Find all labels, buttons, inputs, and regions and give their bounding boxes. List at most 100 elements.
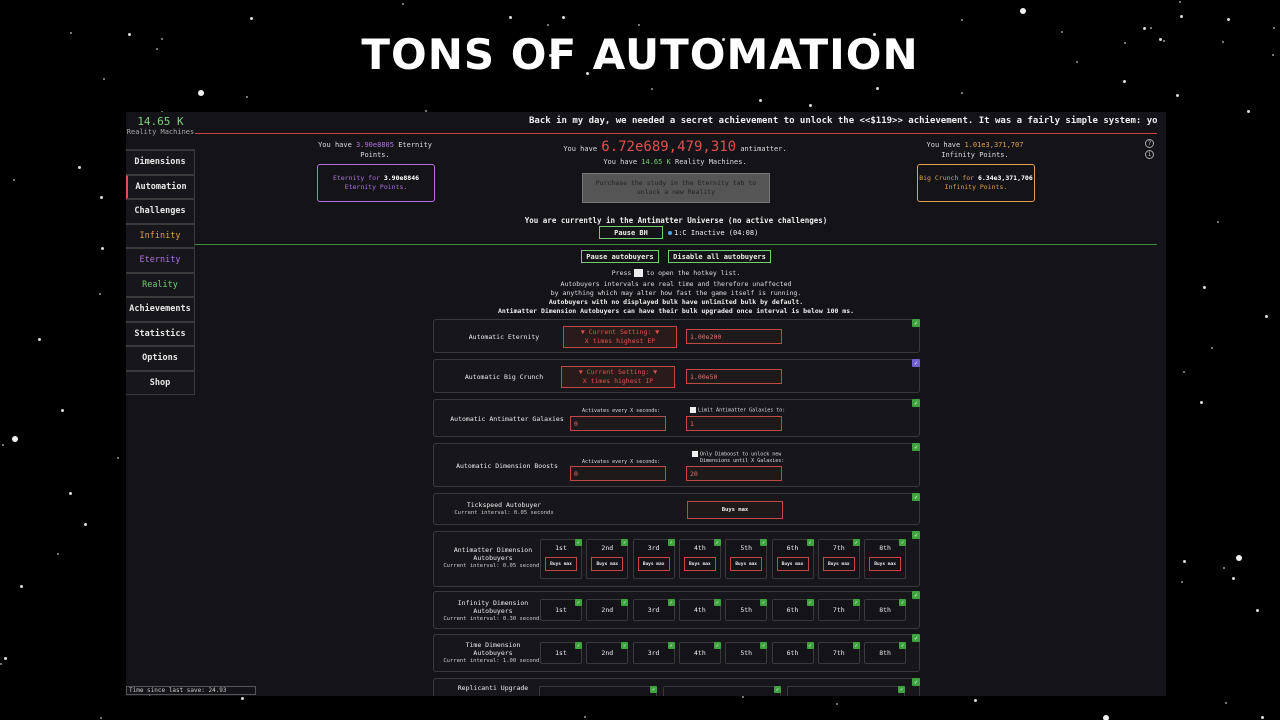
replicanti-upgrade-slot[interactable]: ✓: [539, 686, 657, 696]
id-toggle-check-icon[interactable]: ✓: [912, 591, 920, 599]
info-icon[interactable]: i: [1145, 150, 1154, 159]
ad-buymax-button[interactable]: Buys max: [683, 557, 716, 571]
ad-dimension-check-icon[interactable]: ✓: [899, 539, 907, 546]
id-dimension-cell[interactable]: 2nd ✓: [586, 599, 629, 621]
eternity-toggle-check-icon[interactable]: ✓: [912, 319, 920, 327]
tickspeed-buymax-button[interactable]: Buys max: [687, 501, 783, 519]
td-dimension-check-icon[interactable]: ✓: [621, 642, 629, 649]
id-dimension-check-icon[interactable]: ✓: [852, 599, 860, 606]
replicanti-upgrade-slot[interactable]: ✓: [663, 686, 781, 696]
ad-dimension-cell[interactable]: 7th Buys max ✓: [817, 539, 860, 579]
id-dimension-cell[interactable]: 4th ✓: [678, 599, 721, 621]
id-dimension-cell[interactable]: 6th ✓: [771, 599, 814, 621]
replicanti-slot-check-icon[interactable]: ✓: [650, 686, 657, 693]
ad-buymax-button[interactable]: Buys max: [869, 557, 902, 571]
ad-buymax-button[interactable]: Buys max: [776, 557, 809, 571]
ad-dimension-cell[interactable]: 1st Buys max ✓: [540, 539, 582, 579]
crunch-toggle-check-icon[interactable]: ✓: [912, 359, 920, 367]
tab-achievements[interactable]: Achievements: [126, 297, 195, 322]
tickspeed-toggle-check-icon[interactable]: ✓: [912, 493, 920, 501]
ad-dimension-check-icon[interactable]: ✓: [806, 539, 814, 546]
ad-dimension-cell[interactable]: 8th Buys max ✓: [864, 539, 907, 579]
tab-eternity[interactable]: Eternity: [126, 248, 195, 273]
tab-statistics[interactable]: Statistics: [126, 321, 195, 346]
ad-dimension-cell[interactable]: 5th Buys max ✓: [725, 539, 768, 579]
id-dimension-cell[interactable]: 7th ✓: [817, 599, 860, 621]
galaxies-interval-input[interactable]: 0: [570, 416, 666, 431]
ad-buymax-button[interactable]: Buys max: [730, 557, 763, 571]
ad-dimension-check-icon[interactable]: ✓: [667, 539, 675, 546]
replicanti-slot-check-icon[interactable]: ✓: [898, 686, 905, 693]
td-dimension-cell[interactable]: 7th ✓: [817, 642, 860, 664]
ad-dimension-cell[interactable]: 6th Buys max ✓: [771, 539, 814, 579]
td-dimension-check-icon[interactable]: ✓: [667, 642, 675, 649]
td-dimension-cell[interactable]: 4th ✓: [678, 642, 721, 664]
ad-dimension-check-icon[interactable]: ✓: [621, 539, 629, 546]
boosts-interval-input[interactable]: 0: [570, 466, 666, 481]
big-crunch-button[interactable]: Big Crunch for 6.34e3,371,706 Infinity Po…: [917, 164, 1035, 202]
id-dimension-check-icon[interactable]: ✓: [575, 599, 582, 606]
tab-dimensions[interactable]: Dimensions: [126, 150, 195, 175]
ad-buymax-button[interactable]: Buys max: [591, 557, 624, 571]
crunch-mode-select[interactable]: ▼ Current Setting: ▼ X times highest IP: [561, 366, 675, 388]
td-dimension-check-icon[interactable]: ✓: [575, 642, 582, 649]
eternity-mode-select[interactable]: ▼ Current Setting: ▼ X times highest EP: [563, 326, 677, 348]
tab-reality[interactable]: Reality: [126, 272, 195, 297]
ad-dimension-check-icon[interactable]: ✓: [713, 539, 721, 546]
ad-buymax-button[interactable]: Buys max: [545, 557, 577, 571]
td-dimension-cell[interactable]: 3rd ✓: [632, 642, 675, 664]
id-dimension-check-icon[interactable]: ✓: [621, 599, 629, 606]
td-dimension-check-icon[interactable]: ✓: [899, 642, 907, 649]
td-dimension-check-icon[interactable]: ✓: [713, 642, 721, 649]
boosts-limit-checkbox[interactable]: [692, 451, 698, 457]
ad-dimension-cell[interactable]: 2nd Buys max ✓: [586, 539, 629, 579]
replicanti-slot-check-icon[interactable]: ✓: [774, 686, 781, 693]
pause-black-hole-button[interactable]: Pause BH: [599, 226, 663, 239]
tab-options[interactable]: Options: [126, 346, 195, 371]
ad-buymax-button[interactable]: Buys max: [822, 557, 855, 571]
ad-toggle-check-icon[interactable]: ✓: [912, 531, 920, 539]
id-dimension-cell[interactable]: 8th ✓: [864, 599, 907, 621]
td-toggle-check-icon[interactable]: ✓: [912, 634, 920, 642]
id-dimension-check-icon[interactable]: ✓: [899, 599, 907, 606]
ad-dimension-cell[interactable]: 3rd Buys max ✓: [632, 539, 675, 579]
disable-all-autobuyers-button[interactable]: Disable all autobuyers: [668, 250, 771, 263]
tab-challenges[interactable]: Challenges: [126, 199, 195, 224]
replicanti-upgrade-slot[interactable]: ✓: [787, 686, 905, 696]
id-dimension-cell[interactable]: 5th ✓: [725, 599, 768, 621]
td-dimension-check-icon[interactable]: ✓: [852, 642, 860, 649]
galaxies-limit-checkbox[interactable]: [690, 407, 696, 413]
ad-dimension-check-icon[interactable]: ✓: [575, 539, 582, 546]
id-dimension-cell[interactable]: 3rd ✓: [632, 599, 675, 621]
eternity-amount-input[interactable]: 1.00e200: [686, 329, 782, 344]
pause-autobuyers-button[interactable]: Pause autobuyers: [581, 250, 659, 263]
td-dimension-cell[interactable]: 5th ✓: [725, 642, 768, 664]
ad-dimension-cell[interactable]: 4th Buys max ✓: [678, 539, 721, 579]
id-dimension-check-icon[interactable]: ✓: [713, 599, 721, 606]
reality-button[interactable]: Purchase the study in the Eternity tab t…: [582, 173, 770, 203]
id-dimension-check-icon[interactable]: ✓: [760, 599, 768, 606]
tab-shop[interactable]: Shop: [126, 370, 195, 395]
td-dimension-check-icon[interactable]: ✓: [760, 642, 768, 649]
id-dimension-check-icon[interactable]: ✓: [806, 599, 814, 606]
tab-automation[interactable]: Automation: [126, 174, 195, 199]
galaxies-limit-input[interactable]: 1: [686, 416, 782, 431]
eternity-button[interactable]: Eternity for 3.90e8846 Eternity Points.: [317, 164, 435, 202]
boosts-toggle-check-icon[interactable]: ✓: [912, 443, 920, 451]
tab-infinity[interactable]: Infinity: [126, 223, 195, 248]
replicanti-toggle-check-icon[interactable]: ✓: [912, 678, 920, 686]
crunch-amount-input[interactable]: 1.00e50: [686, 369, 782, 384]
ad-dimension-check-icon[interactable]: ✓: [852, 539, 860, 546]
galaxies-toggle-check-icon[interactable]: ✓: [912, 399, 920, 407]
ad-dimension-check-icon[interactable]: ✓: [760, 539, 768, 546]
help-icon[interactable]: ?: [1145, 139, 1154, 148]
td-dimension-cell[interactable]: 2nd ✓: [586, 642, 629, 664]
td-dimension-check-icon[interactable]: ✓: [806, 642, 814, 649]
ad-buymax-button[interactable]: Buys max: [637, 557, 670, 571]
boosts-limit-input[interactable]: 20: [686, 466, 782, 481]
td-dimension-cell[interactable]: 8th ✓: [864, 642, 907, 664]
td-dimension-cell[interactable]: 1st ✓: [540, 642, 582, 664]
id-dimension-cell[interactable]: 1st ✓: [540, 599, 582, 621]
td-dimension-cell[interactable]: 6th ✓: [771, 642, 814, 664]
id-dimension-check-icon[interactable]: ✓: [667, 599, 675, 606]
